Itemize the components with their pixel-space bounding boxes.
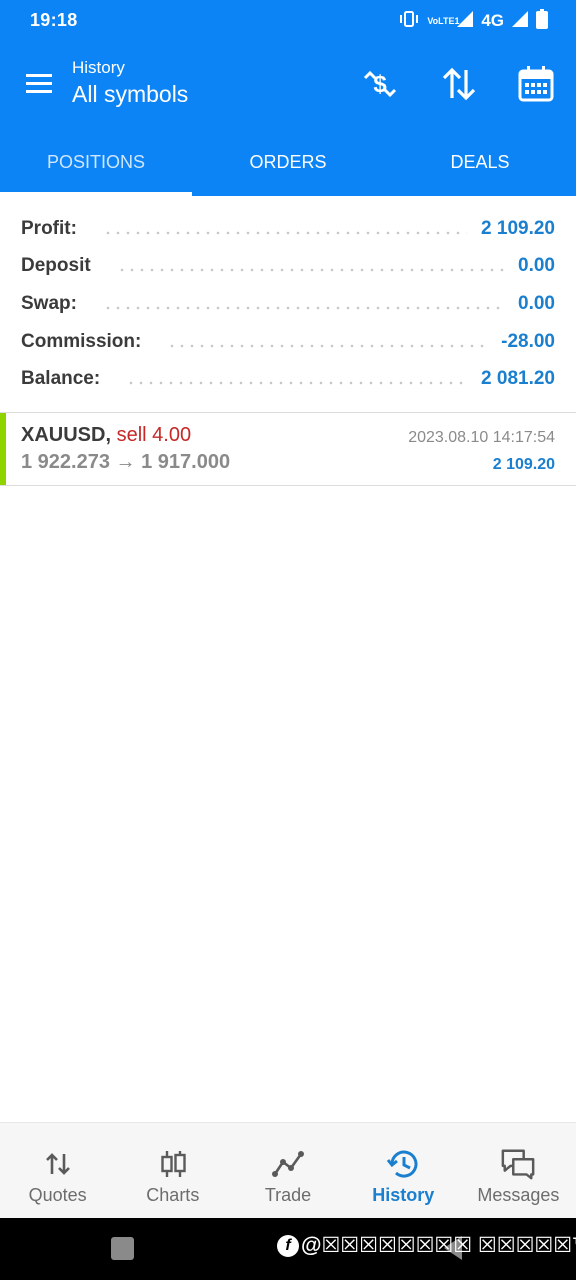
- status-icons: VoLTE1 4G: [399, 8, 548, 34]
- divider: [0, 485, 576, 486]
- summary-row-profit: Profit: 2 109.20: [0, 210, 576, 248]
- nav-label: History: [372, 1185, 435, 1205]
- summary-label: Profit:: [21, 217, 77, 239]
- summary-value: 2 109.20: [481, 217, 555, 239]
- signal-icon: [457, 10, 474, 32]
- volte-icon: VoLTE1: [427, 15, 460, 26]
- summary-label: Commission:: [21, 330, 142, 352]
- position-profit: 2 109.20: [492, 456, 555, 473]
- summary-value: 0.00: [518, 255, 555, 277]
- sort-icon[interactable]: [439, 64, 479, 104]
- watermark-text: @☒☒☒☒☒☒☒☒ ☒☒☒☒☒™: [301, 1234, 576, 1257]
- system-navigation-bar: f @☒☒☒☒☒☒☒☒ ☒☒☒☒☒™: [0, 1218, 576, 1280]
- nav-label: Messages: [477, 1185, 560, 1205]
- tab-orders[interactable]: ORDERS: [192, 128, 384, 196]
- position-time: 2023.08.10 14:17:54: [408, 429, 555, 446]
- history-summary: Profit: 2 109.20 Deposit 0.00 Swap: 0.00…: [0, 210, 576, 398]
- page-subtitle: History: [72, 58, 125, 77]
- signal-icon: [512, 10, 528, 32]
- candlestick-icon: [155, 1147, 191, 1181]
- bottom-navigation: Quotes Charts Trade History Messages: [0, 1122, 576, 1218]
- dollar-exchange-icon[interactable]: $: [360, 64, 400, 104]
- summary-value: 2 081.20: [481, 368, 555, 390]
- summary-value: -28.00: [501, 330, 555, 352]
- position-prices: 1 922.273 → 1 917.000: [21, 451, 231, 473]
- menu-icon[interactable]: [24, 67, 60, 101]
- nav-label: Charts: [146, 1185, 200, 1205]
- dotted-leader: [102, 230, 468, 235]
- dotted-leader: [167, 343, 488, 348]
- summary-label: Deposit: [21, 255, 91, 277]
- calendar-icon[interactable]: [516, 64, 556, 104]
- nav-quotes[interactable]: Quotes: [0, 1123, 115, 1218]
- quotes-arrows-icon: [40, 1147, 76, 1181]
- chat-bubbles-icon: [500, 1147, 536, 1181]
- facebook-icon: f: [277, 1234, 299, 1257]
- app-header: 19:18 VoLTE1 4G History All symbols $ PO…: [0, 0, 576, 196]
- toolbar: History All symbols $: [0, 40, 576, 128]
- tab-deals[interactable]: DEALS: [384, 128, 576, 196]
- nav-charts[interactable]: Charts: [115, 1123, 230, 1218]
- trend-line-icon: [270, 1147, 306, 1181]
- summary-label: Swap:: [21, 292, 77, 314]
- summary-label: Balance:: [21, 368, 101, 390]
- summary-row-swap: Swap: 0.00: [0, 285, 576, 323]
- history-clock-icon: [385, 1147, 421, 1181]
- vibrate-icon: [399, 10, 419, 33]
- summary-row-deposit: Deposit 0.00: [0, 248, 576, 286]
- page-title: All symbols: [72, 81, 189, 107]
- dotted-leader: [116, 268, 505, 273]
- nav-label: Trade: [264, 1185, 312, 1205]
- dotted-leader: [102, 305, 505, 310]
- battery-icon: [536, 8, 548, 34]
- watermark: f @☒☒☒☒☒☒☒☒ ☒☒☒☒☒™: [277, 1233, 576, 1258]
- recent-apps-button[interactable]: [111, 1237, 134, 1260]
- position-row[interactable]: XAUUSD, sell 4.00 1 922.273 → 1 917.000 …: [0, 413, 576, 485]
- nav-messages[interactable]: Messages: [461, 1123, 576, 1218]
- network-4g-icon: 4G: [481, 11, 504, 30]
- position-indicator-bar: [0, 413, 6, 485]
- svg-text:$: $: [373, 71, 387, 98]
- nav-label: Quotes: [28, 1185, 87, 1205]
- status-bar: 19:18 VoLTE1 4G: [0, 0, 576, 40]
- summary-value: 0.00: [518, 292, 555, 314]
- summary-row-balance: Balance: 2 081.20: [0, 360, 576, 398]
- status-time: 19:18: [30, 10, 78, 30]
- position-type: sell 4.00: [116, 424, 192, 446]
- position-header: XAUUSD, sell 4.00: [21, 424, 191, 447]
- dotted-leader: [126, 381, 468, 386]
- nav-trade[interactable]: Trade: [230, 1123, 345, 1218]
- tab-bar: POSITIONS ORDERS DEALS: [0, 128, 576, 196]
- summary-row-commission: Commission: -28.00: [0, 323, 576, 361]
- tab-positions[interactable]: POSITIONS: [0, 128, 192, 196]
- position-symbol: XAUUSD,: [21, 424, 112, 446]
- title-block[interactable]: History All symbols: [72, 58, 188, 110]
- nav-history[interactable]: History: [346, 1123, 461, 1218]
